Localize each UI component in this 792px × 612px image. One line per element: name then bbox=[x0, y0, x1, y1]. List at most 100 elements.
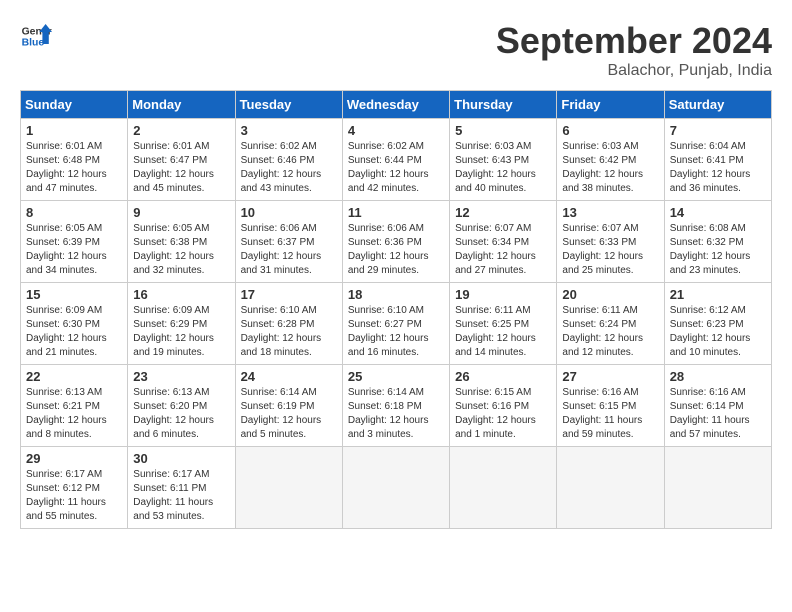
day-info: Sunrise: 6:09 AM Sunset: 6:30 PM Dayligh… bbox=[26, 304, 122, 360]
day-number: 4 bbox=[348, 123, 444, 138]
day-number: 2 bbox=[133, 123, 229, 138]
day-number: 21 bbox=[670, 287, 766, 302]
table-row: 8 Sunrise: 6:05 AM Sunset: 6:39 PM Daylig… bbox=[21, 201, 128, 283]
day-number: 6 bbox=[562, 123, 658, 138]
day-info: Sunrise: 6:01 AM Sunset: 6:47 PM Dayligh… bbox=[133, 140, 229, 196]
day-number: 19 bbox=[455, 287, 551, 302]
day-number: 16 bbox=[133, 287, 229, 302]
day-info: Sunrise: 6:16 AM Sunset: 6:14 PM Dayligh… bbox=[670, 386, 766, 442]
table-row: 21Sunrise: 6:12 AM Sunset: 6:23 PM Dayli… bbox=[664, 283, 771, 365]
table-row: 17 Sunrise: 6:10 AM Sunset: 6:28 PM Dayli… bbox=[235, 283, 342, 365]
table-row: 28 Sunrise: 6:16 AM Sunset: 6:14 PM Dayli… bbox=[664, 365, 771, 447]
calendar-row: 15 Sunrise: 6:09 AM Sunset: 6:30 PM Dayli… bbox=[21, 283, 772, 365]
day-info: Sunrise: 6:05 AM Sunset: 6:39 PM Dayligh… bbox=[26, 222, 122, 278]
day-number: 18 bbox=[348, 287, 444, 302]
day-info: Sunrise: 6:13 AM Sunset: 6:21 PM Dayligh… bbox=[26, 386, 122, 442]
day-number: 29 bbox=[26, 451, 122, 466]
table-row: 30Sunrise: 6:17 AM Sunset: 6:11 PM Dayli… bbox=[128, 447, 235, 529]
col-saturday: Saturday bbox=[664, 91, 771, 119]
day-number: 15 bbox=[26, 287, 122, 302]
table-row: 5 Sunrise: 6:03 AM Sunset: 6:43 PM Daylig… bbox=[450, 119, 557, 201]
day-info: Sunrise: 6:05 AM Sunset: 6:38 PM Dayligh… bbox=[133, 222, 229, 278]
day-number: 3 bbox=[241, 123, 337, 138]
table-row bbox=[557, 447, 664, 529]
day-number: 26 bbox=[455, 369, 551, 384]
day-number: 13 bbox=[562, 205, 658, 220]
day-info: Sunrise: 6:08 AM Sunset: 6:32 PM Dayligh… bbox=[670, 222, 766, 278]
day-number: 12 bbox=[455, 205, 551, 220]
col-tuesday: Tuesday bbox=[235, 91, 342, 119]
day-info: Sunrise: 6:17 AM Sunset: 6:12 PM Dayligh… bbox=[26, 468, 122, 524]
day-info: Sunrise: 6:04 AM Sunset: 6:41 PM Dayligh… bbox=[670, 140, 766, 196]
day-number: 11 bbox=[348, 205, 444, 220]
day-info: Sunrise: 6:02 AM Sunset: 6:46 PM Dayligh… bbox=[241, 140, 337, 196]
table-row: 26 Sunrise: 6:15 AM Sunset: 6:16 PM Dayli… bbox=[450, 365, 557, 447]
table-row bbox=[342, 447, 449, 529]
table-row: 4 Sunrise: 6:02 AM Sunset: 6:44 PM Daylig… bbox=[342, 119, 449, 201]
day-number: 10 bbox=[241, 205, 337, 220]
calendar-row: 22 Sunrise: 6:13 AM Sunset: 6:21 PM Dayli… bbox=[21, 365, 772, 447]
table-row: 9Sunrise: 6:05 AM Sunset: 6:38 PM Daylig… bbox=[128, 201, 235, 283]
table-row: 3 Sunrise: 6:02 AM Sunset: 6:46 PM Daylig… bbox=[235, 119, 342, 201]
day-number: 28 bbox=[670, 369, 766, 384]
day-info: Sunrise: 6:09 AM Sunset: 6:29 PM Dayligh… bbox=[133, 304, 229, 360]
table-row: 15 Sunrise: 6:09 AM Sunset: 6:30 PM Dayli… bbox=[21, 283, 128, 365]
day-number: 20 bbox=[562, 287, 658, 302]
header-row: Sunday Monday Tuesday Wednesday Thursday… bbox=[21, 91, 772, 119]
table-row: 7Sunrise: 6:04 AM Sunset: 6:41 PM Daylig… bbox=[664, 119, 771, 201]
calendar-row: 1 Sunrise: 6:01 AM Sunset: 6:48 PM Daylig… bbox=[21, 119, 772, 201]
day-number: 30 bbox=[133, 451, 229, 466]
table-row: 14 Sunrise: 6:08 AM Sunset: 6:32 PM Dayli… bbox=[664, 201, 771, 283]
day-number: 24 bbox=[241, 369, 337, 384]
calendar-table: Sunday Monday Tuesday Wednesday Thursday… bbox=[20, 90, 772, 529]
month-title: September 2024 bbox=[496, 20, 772, 62]
table-row bbox=[664, 447, 771, 529]
table-row bbox=[235, 447, 342, 529]
table-row: 25 Sunrise: 6:14 AM Sunset: 6:18 PM Dayli… bbox=[342, 365, 449, 447]
day-number: 1 bbox=[26, 123, 122, 138]
day-info: Sunrise: 6:14 AM Sunset: 6:19 PM Dayligh… bbox=[241, 386, 337, 442]
col-sunday: Sunday bbox=[21, 91, 128, 119]
table-row: 19 Sunrise: 6:11 AM Sunset: 6:25 PM Dayli… bbox=[450, 283, 557, 365]
day-info: Sunrise: 6:13 AM Sunset: 6:20 PM Dayligh… bbox=[133, 386, 229, 442]
day-number: 27 bbox=[562, 369, 658, 384]
day-info: Sunrise: 6:03 AM Sunset: 6:42 PM Dayligh… bbox=[562, 140, 658, 196]
logo: General Blue bbox=[20, 20, 52, 52]
table-row: 12 Sunrise: 6:07 AM Sunset: 6:34 PM Dayli… bbox=[450, 201, 557, 283]
day-info: Sunrise: 6:14 AM Sunset: 6:18 PM Dayligh… bbox=[348, 386, 444, 442]
day-number: 5 bbox=[455, 123, 551, 138]
day-info: Sunrise: 6:11 AM Sunset: 6:24 PM Dayligh… bbox=[562, 304, 658, 360]
table-row: 23 Sunrise: 6:13 AM Sunset: 6:20 PM Dayli… bbox=[128, 365, 235, 447]
day-info: Sunrise: 6:01 AM Sunset: 6:48 PM Dayligh… bbox=[26, 140, 122, 196]
table-row: 2 Sunrise: 6:01 AM Sunset: 6:47 PM Daylig… bbox=[128, 119, 235, 201]
table-row: 27Sunrise: 6:16 AM Sunset: 6:15 PM Dayli… bbox=[557, 365, 664, 447]
day-number: 25 bbox=[348, 369, 444, 384]
location-title: Balachor, Punjab, India bbox=[496, 62, 772, 80]
day-info: Sunrise: 6:02 AM Sunset: 6:44 PM Dayligh… bbox=[348, 140, 444, 196]
day-number: 23 bbox=[133, 369, 229, 384]
day-number: 14 bbox=[670, 205, 766, 220]
day-info: Sunrise: 6:15 AM Sunset: 6:16 PM Dayligh… bbox=[455, 386, 551, 442]
day-info: Sunrise: 6:10 AM Sunset: 6:27 PM Dayligh… bbox=[348, 304, 444, 360]
day-number: 22 bbox=[26, 369, 122, 384]
day-info: Sunrise: 6:06 AM Sunset: 6:37 PM Dayligh… bbox=[241, 222, 337, 278]
day-info: Sunrise: 6:10 AM Sunset: 6:28 PM Dayligh… bbox=[241, 304, 337, 360]
svg-text:Blue: Blue bbox=[22, 38, 45, 49]
day-info: Sunrise: 6:03 AM Sunset: 6:43 PM Dayligh… bbox=[455, 140, 551, 196]
table-row bbox=[450, 447, 557, 529]
table-row: 11Sunrise: 6:06 AM Sunset: 6:36 PM Dayli… bbox=[342, 201, 449, 283]
calendar-row: 29 Sunrise: 6:17 AM Sunset: 6:12 PM Dayli… bbox=[21, 447, 772, 529]
table-row: 24 Sunrise: 6:14 AM Sunset: 6:19 PM Dayli… bbox=[235, 365, 342, 447]
day-number: 8 bbox=[26, 205, 122, 220]
day-number: 17 bbox=[241, 287, 337, 302]
day-info: Sunrise: 6:07 AM Sunset: 6:34 PM Dayligh… bbox=[455, 222, 551, 278]
table-row: 18 Sunrise: 6:10 AM Sunset: 6:27 PM Dayli… bbox=[342, 283, 449, 365]
day-info: Sunrise: 6:07 AM Sunset: 6:33 PM Dayligh… bbox=[562, 222, 658, 278]
col-monday: Monday bbox=[128, 91, 235, 119]
day-info: Sunrise: 6:11 AM Sunset: 6:25 PM Dayligh… bbox=[455, 304, 551, 360]
table-row: 29 Sunrise: 6:17 AM Sunset: 6:12 PM Dayli… bbox=[21, 447, 128, 529]
col-thursday: Thursday bbox=[450, 91, 557, 119]
table-row: 16 Sunrise: 6:09 AM Sunset: 6:29 PM Dayli… bbox=[128, 283, 235, 365]
table-row: 6 Sunrise: 6:03 AM Sunset: 6:42 PM Daylig… bbox=[557, 119, 664, 201]
logo-icon: General Blue bbox=[20, 20, 52, 52]
